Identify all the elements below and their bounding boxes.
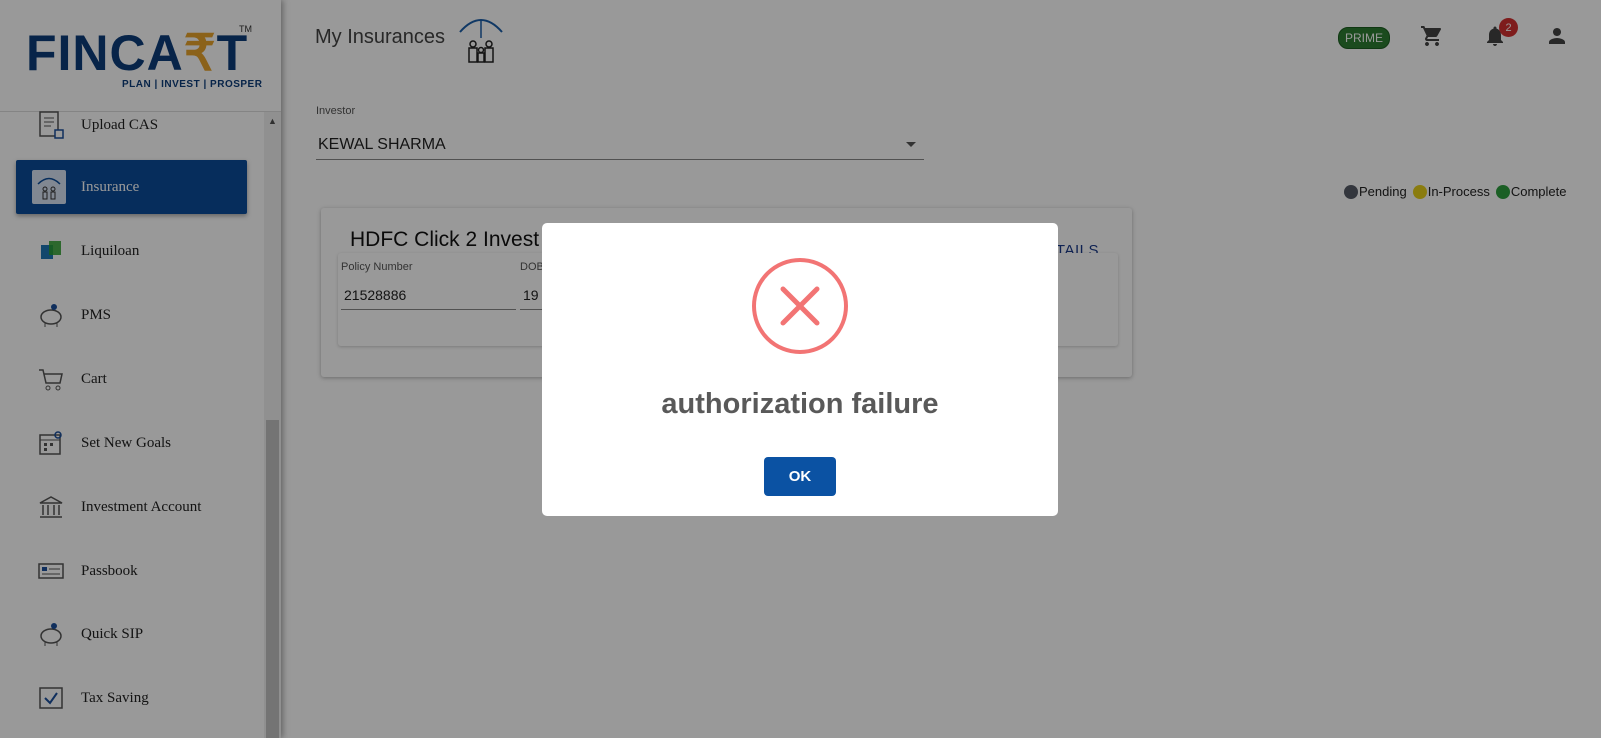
dialog-title: authorization failure — [661, 388, 939, 420]
error-x-icon — [752, 258, 848, 354]
ok-button[interactable]: OK — [764, 457, 836, 496]
error-dialog: authorization failure OK — [542, 223, 1058, 516]
